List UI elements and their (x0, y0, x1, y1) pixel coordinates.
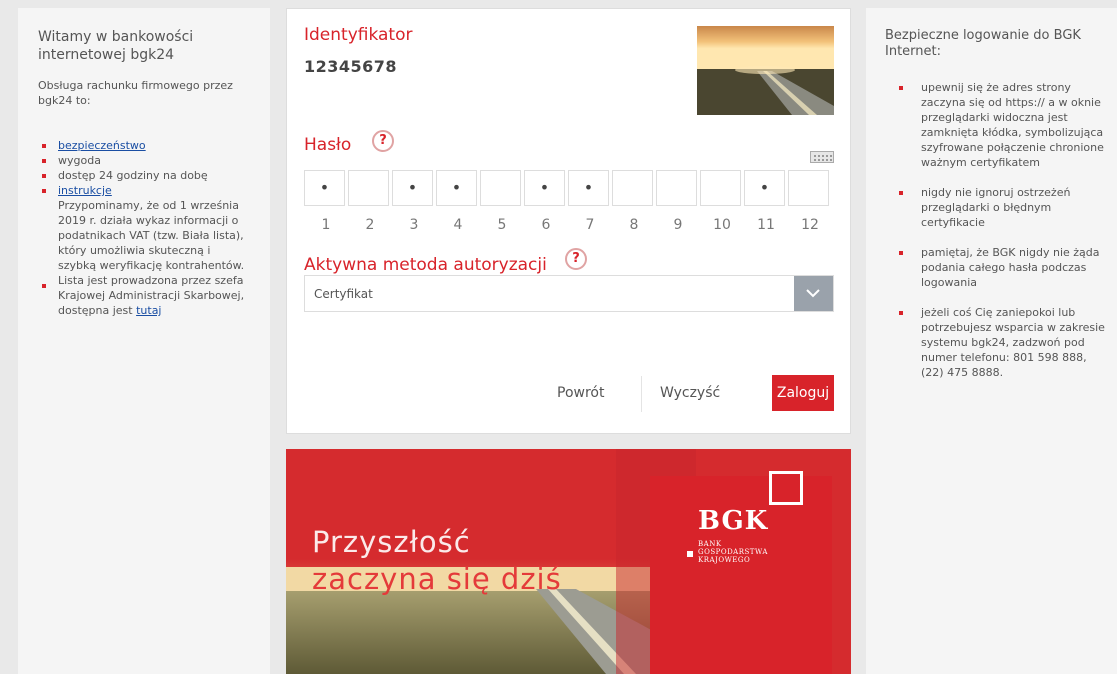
position-number: 4 (453, 217, 463, 233)
tip-text: nigdy nie ignoruj ostrzeżeń przeglądarki… (921, 186, 1071, 229)
keyboard-icon[interactable] (810, 151, 834, 163)
clear-button[interactable]: Wyczyść (660, 385, 720, 401)
password-char-input[interactable]: • (568, 170, 609, 206)
password-char-input[interactable] (348, 170, 389, 206)
promo-banner[interactable]: Przyszłość zaczyna się dziś BGK BANK GOS… (286, 449, 851, 674)
list-item: upewnij się że adres strony zaczyna się … (885, 80, 1107, 170)
square-bullet-icon (42, 174, 46, 178)
login-button[interactable]: Zaloguj (772, 375, 834, 411)
square-bullet-icon (899, 251, 903, 255)
position-number: 5 (497, 217, 507, 233)
password-position-numbers: 1 2 3 4 5 6 7 8 9 10 11 12 (304, 217, 832, 233)
road-sunset-image (697, 26, 834, 115)
position-number: 2 (365, 217, 375, 233)
identifier-value: 12345678 (304, 57, 398, 76)
password-char-input[interactable] (656, 170, 697, 206)
password-char-input[interactable]: • (524, 170, 565, 206)
password-char-input[interactable] (700, 170, 741, 206)
white-list-link[interactable]: tutaj (136, 304, 161, 317)
features-list: bezpieczeństwo wygoda dostęp 24 godziny … (38, 138, 252, 318)
list-item: jeżeli coś Cię zaniepokoi lub potrzebuje… (885, 305, 1107, 380)
welcome-title: Witamy w bankowości internetowej bgk24 (38, 29, 194, 63)
square-bullet-icon (899, 311, 903, 315)
password-char-input[interactable] (788, 170, 829, 206)
chevron-down-icon[interactable] (794, 276, 833, 311)
notice-item: Przypominamy, że od 1 września 2019 r. d… (38, 198, 252, 318)
feature-text: dostęp 24 godziny na dobę (58, 169, 208, 182)
welcome-panel: Witamy w bankowości internetowej bgk24 O… (18, 8, 270, 674)
bgk-logo-text: BGK (698, 506, 769, 536)
banner-tagline-line2: zaczyna się dziś (312, 562, 562, 596)
password-char-input[interactable] (612, 170, 653, 206)
bgk-logo-square-icon (769, 471, 803, 505)
auth-method-value: Certyfikat (314, 287, 373, 301)
security-tips-title: Bezpieczne logowanie do BGK Internet: (885, 28, 1081, 59)
security-link[interactable]: bezpieczeństwo (58, 139, 146, 152)
password-help-icon[interactable]: ? (372, 130, 394, 152)
list-item: dostęp 24 godziny na dobę (38, 168, 252, 183)
position-number: 11 (757, 217, 775, 233)
tip-text: pamiętaj, że BGK nigdy nie żąda podania … (921, 246, 1100, 289)
list-item: bezpieczeństwo (38, 138, 252, 153)
bgk-logo-subtitle: BANK GOSPODARSTWA KRAJOWEGO (698, 540, 768, 564)
password-char-input[interactable]: • (436, 170, 477, 206)
square-bullet-icon (42, 159, 46, 163)
identifier-label: Identyfikator (304, 25, 413, 45)
password-char-input[interactable]: • (304, 170, 345, 206)
notice-text: Przypominamy, że od 1 września 2019 r. d… (58, 199, 245, 317)
security-tips-panel: Bezpieczne logowanie do BGK Internet: up… (866, 8, 1117, 674)
auth-method-select[interactable]: Certyfikat (304, 275, 834, 312)
instructions-link[interactable]: instrukcje (58, 184, 112, 197)
auth-method-label: Aktywna metoda autoryzacji (304, 255, 547, 275)
tip-text: jeżeli coś Cię zaniepokoi lub potrzebuje… (921, 306, 1105, 379)
list-item: instrukcje (38, 183, 252, 198)
password-char-input[interactable] (480, 170, 521, 206)
security-tips-list: upewnij się że adres strony zaczyna się … (885, 80, 1107, 380)
position-number: 1 (321, 217, 331, 233)
position-number: 7 (585, 217, 595, 233)
position-number: 9 (673, 217, 683, 233)
login-panel: Identyfikator 12345678 Hasło ? • • • • •… (286, 8, 851, 434)
back-button[interactable]: Powrót (557, 385, 604, 401)
logo-dot (687, 551, 693, 557)
position-number: 12 (801, 217, 819, 233)
feature-text: wygoda (58, 154, 101, 167)
password-boxes: • • • • • • (304, 170, 832, 206)
position-number: 8 (629, 217, 639, 233)
banner-tagline-line1: Przyszłość (312, 525, 471, 559)
password-char-input[interactable]: • (744, 170, 785, 206)
square-bullet-icon (899, 191, 903, 195)
list-item: nigdy nie ignoruj ostrzeżeń przeglądarki… (885, 185, 1107, 230)
welcome-intro: Obsługa rachunku firmowego przez bgk24 t… (38, 79, 233, 107)
divider (641, 376, 642, 412)
position-number: 10 (713, 217, 731, 233)
list-item: pamiętaj, że BGK nigdy nie żąda podania … (885, 245, 1107, 290)
password-char-input[interactable]: • (392, 170, 433, 206)
tip-text: upewnij się że adres strony zaczyna się … (921, 81, 1104, 169)
square-bullet-icon (42, 284, 46, 288)
auth-help-icon[interactable]: ? (565, 248, 587, 270)
password-label: Hasło (304, 135, 352, 155)
square-bullet-icon (899, 86, 903, 90)
square-bullet-icon (42, 189, 46, 193)
position-number: 3 (409, 217, 419, 233)
square-bullet-icon (42, 144, 46, 148)
list-item: wygoda (38, 153, 252, 168)
position-number: 6 (541, 217, 551, 233)
